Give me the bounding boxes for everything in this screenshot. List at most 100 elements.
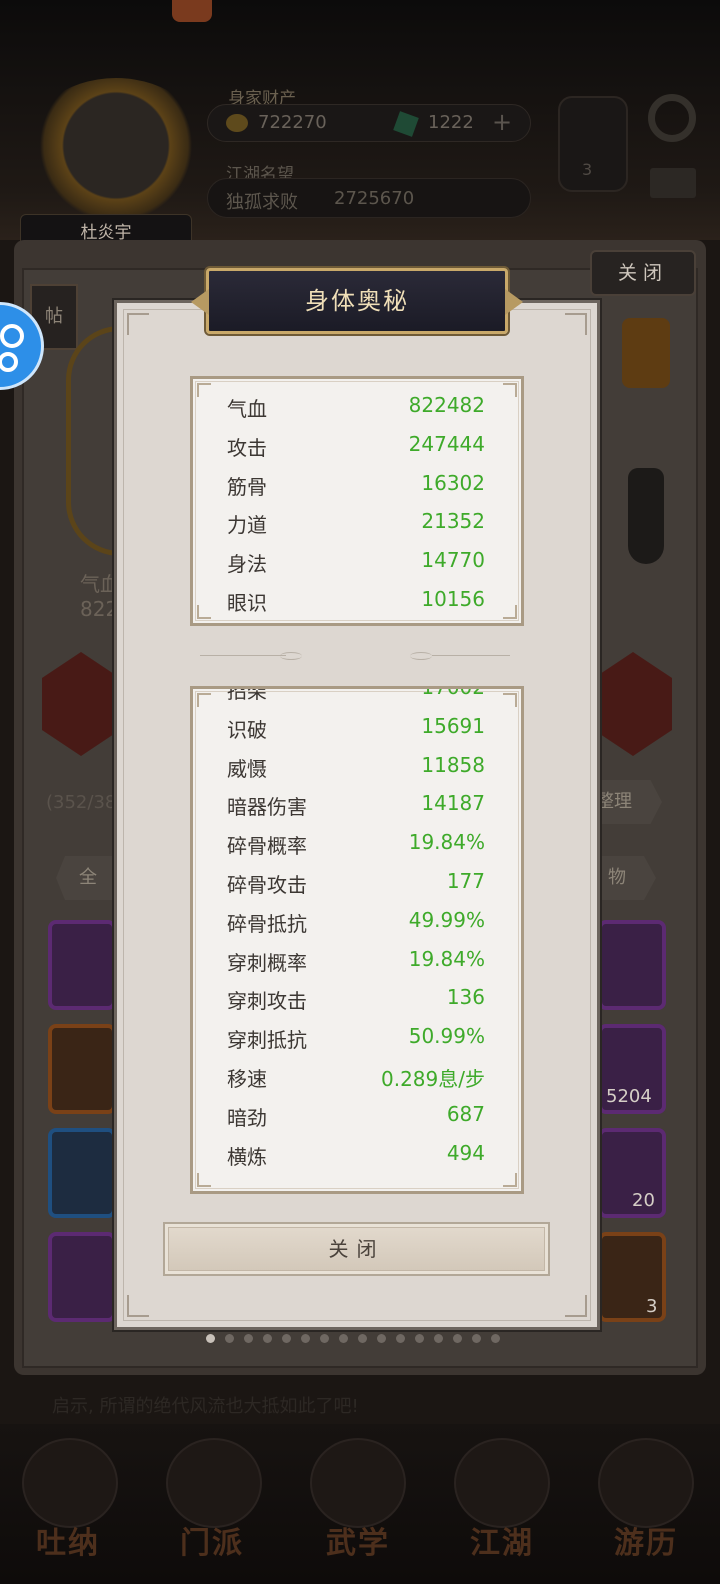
filter-all-tab[interactable]: 全: [56, 856, 120, 900]
frame-ornament: [66, 326, 120, 556]
stat-label: 碎骨概率: [227, 834, 307, 859]
dialog-title-plaque: 身体奥秘: [191, 268, 508, 334]
stat-value: 687: [446, 1101, 485, 1126]
stat-label: 招架: [227, 686, 267, 703]
stat-row: 碎骨概率 19.84%: [193, 824, 521, 863]
nav-icon-breathe[interactable]: [22, 1438, 118, 1528]
stat-label: 识破: [227, 717, 267, 742]
coin-amount: 722270: [258, 112, 327, 133]
nav-icon-jianghu[interactable]: [454, 1438, 550, 1528]
stat-label: 穿刺攻击: [227, 989, 307, 1014]
mail-icon[interactable]: [650, 168, 696, 198]
story-text: 启示, 所谓的绝代风流也大抵如此了吧!: [52, 1396, 359, 1417]
stat-row: 攻击 247444: [193, 426, 521, 465]
stat-row: 招架 17002: [193, 686, 521, 708]
search-icon: [0, 324, 24, 348]
dialog-title: 身体奥秘: [305, 287, 409, 315]
primary-stats-list: 气血 822482 攻击 247444 筋骨 16302 力道 21352 身法 14770 眼识 1…: [193, 387, 521, 620]
stat-value: 15691: [421, 713, 485, 738]
stat-row: 横炼 494: [193, 1135, 521, 1174]
nav-travel[interactable]: 游历: [614, 1518, 678, 1562]
primary-stats-box: 气血 822482 攻击 247444 筋骨 16302 力道 21352 身法 14770 眼识 1…: [190, 376, 524, 626]
stat-value: 494: [446, 1140, 485, 1165]
nav-icon-martial[interactable]: [310, 1438, 406, 1528]
nav-breathe[interactable]: 吐纳: [36, 1518, 100, 1562]
player-avatar[interactable]: [22, 78, 210, 228]
stat-label: 暗器伤害: [227, 795, 307, 820]
inventory-count: (352/38: [46, 792, 117, 813]
stat-row: 筋骨 16302: [193, 465, 521, 504]
stat-row: 暗器伤害 14187: [193, 785, 521, 824]
stat-row: 识破 15691: [193, 708, 521, 747]
page-indicator: [206, 1334, 500, 1348]
stat-row: 穿刺攻击 136: [193, 979, 521, 1018]
stat-label: 威慑: [227, 756, 267, 781]
stat-row: 暗劲 687: [193, 1096, 521, 1135]
nav-icon-sect[interactable]: [166, 1438, 262, 1528]
stat-row: 穿刺抵抗 50.99%: [193, 1018, 521, 1057]
gem-amount: 1222: [428, 112, 474, 133]
secondary-stats-list[interactable]: 招架 17002 识破 15691 威慑 11858 暗器伤害 14187 碎骨概率 19.84%…: [193, 686, 521, 1174]
stat-row: 移速 0.289息/步: [193, 1057, 521, 1096]
stat-value: 17002: [421, 686, 485, 699]
talisman-icon[interactable]: [622, 318, 670, 388]
stat-value: 14770: [421, 548, 485, 573]
stat-label: 碎骨攻击: [227, 872, 307, 897]
stat-value: 822482: [408, 393, 485, 417]
stat-row: 碎骨抵抗 49.99%: [193, 902, 521, 941]
secondary-stats-box[interactable]: 招架 17002 识破 15691 威慑 11858 暗器伤害 14187 碎骨概率 19.84%…: [190, 686, 524, 1194]
stat-row: 气血 822482: [193, 387, 521, 426]
nav-icon-travel[interactable]: [598, 1438, 694, 1528]
wealth-bar: [207, 104, 531, 142]
panel-close-button[interactable]: 关闭: [590, 250, 696, 296]
stat-value: 136: [446, 985, 485, 1010]
yinyang-count: 3: [582, 160, 593, 179]
inventory-slot[interactable]: [48, 920, 116, 1010]
section-divider: [200, 652, 510, 660]
nav-jianghu[interactable]: 江湖: [470, 1518, 534, 1562]
stat-label: 气血: [227, 397, 267, 421]
stat-label: 碎骨抵抗: [227, 911, 307, 936]
stat-row: 威慑 11858: [193, 747, 521, 786]
add-gems-button[interactable]: +: [492, 108, 512, 136]
stat-value: 16302: [421, 470, 485, 495]
coin-icon: [226, 114, 248, 132]
stat-value: 177: [446, 868, 485, 893]
nav-martial[interactable]: 武学: [326, 1518, 390, 1562]
stat-label: 穿刺概率: [227, 950, 307, 975]
inventory-slot[interactable]: [48, 1024, 116, 1114]
stat-row: 眼识 10156: [193, 581, 521, 620]
stat-row: 身法 14770: [193, 542, 521, 581]
slot-count: 5204: [606, 1086, 652, 1107]
stat-value: 50.99%: [408, 1024, 485, 1049]
nav-sect[interactable]: 门派: [180, 1518, 244, 1562]
logo-icon: [172, 0, 212, 22]
stat-value: 0.289息/步: [381, 1066, 485, 1091]
corner-ornament: [127, 1295, 149, 1317]
stat-value: 19.84%: [408, 946, 485, 971]
inventory-slot[interactable]: [48, 1128, 116, 1218]
stat-value: 10156: [421, 586, 485, 611]
fame-title: 独孤求败: [226, 192, 298, 213]
inventory-slot[interactable]: [598, 920, 666, 1010]
stat-row: 碎骨攻击 177: [193, 863, 521, 902]
corner-ornament: [565, 313, 587, 335]
gear-icon[interactable]: [648, 94, 696, 142]
stat-label: 攻击: [227, 435, 267, 460]
stat-value: 19.84%: [408, 830, 485, 855]
close-button[interactable]: 关闭: [163, 1222, 550, 1276]
stat-label: 穿刺抵抗: [227, 1028, 307, 1053]
filter-items-tab[interactable]: 物: [596, 856, 656, 900]
yinyang-button[interactable]: [558, 96, 628, 192]
stat-label: 横炼: [227, 1144, 267, 1169]
stat-label: 暗劲: [227, 1105, 267, 1130]
stat-value: 49.99%: [408, 907, 485, 932]
stat-label: 移速: [227, 1066, 267, 1091]
corner-ornament: [127, 313, 149, 335]
stat-value: 14187: [421, 791, 485, 816]
stat-value: 247444: [408, 431, 485, 456]
inventory-slot[interactable]: [48, 1232, 116, 1322]
mask-icon[interactable]: [628, 468, 664, 564]
stat-value: 11858: [421, 752, 485, 777]
stat-label: 身法: [227, 552, 267, 577]
